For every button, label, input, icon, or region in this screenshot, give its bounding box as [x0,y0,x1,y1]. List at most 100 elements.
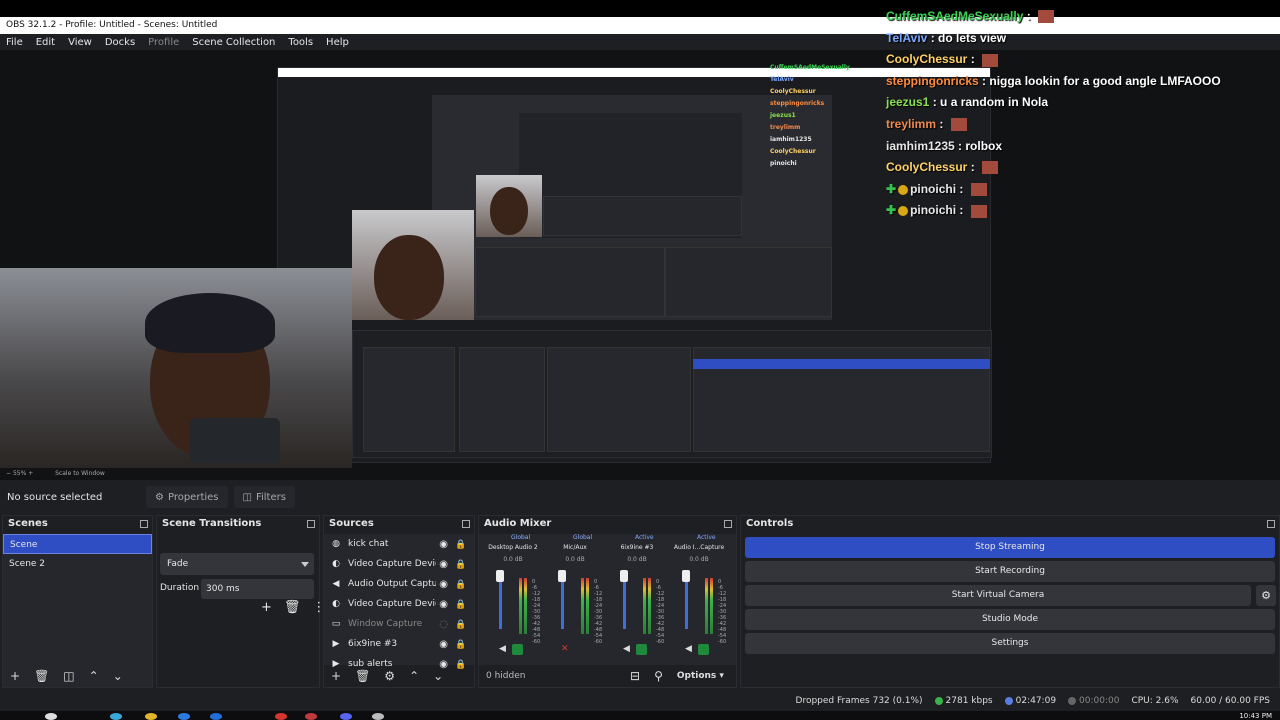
undock-icon[interactable] [307,520,315,528]
chat-username: CoolyChessur [886,160,968,175]
dock-title: Scene Transitions [162,518,262,529]
source-row[interactable]: ◍ kick chat ◉ 🔒 [324,534,474,554]
options-label: Options [676,671,717,681]
source-row[interactable]: ▶ 6ix9ine #3 ◉ 🔒 [324,634,474,654]
virtual-camera-settings-button[interactable]: ⚙ [1256,585,1276,606]
app-icon[interactable] [210,713,222,720]
muted-speaker-icon[interactable]: ✕ [561,644,569,655]
taskbar [0,711,1280,720]
fader-handle[interactable] [496,570,504,582]
speaker-icon[interactable]: ◀ [499,644,506,655]
link-icon[interactable]: ⚲ [654,669,663,683]
app-icon[interactable] [275,713,287,720]
nested-stop-button [693,359,990,369]
source-row[interactable]: ◀ Audio Output Capture◉ 🔒 [324,574,474,594]
headphones-icon[interactable] [575,644,586,655]
eye-icon[interactable]: ◉ [439,639,448,650]
scene-item[interactable]: Scene 2 [3,554,152,574]
channel-name[interactable]: 6ix9ine #3 [609,544,665,551]
add-icon[interactable]: + [331,669,341,683]
scale-mode[interactable]: Scale to Window [55,470,105,477]
add-icon[interactable]: + [261,600,272,615]
transitions-body: Fade Duration 300 ms + 🗑 ⋮ [157,534,325,687]
speaker-icon[interactable]: ◀ [623,644,630,655]
source-label: Video Capture Device [348,599,436,609]
fader-handle[interactable] [620,570,628,582]
menu-tools[interactable]: Tools [288,37,313,48]
channel-name[interactable]: Desktop Audio 2 [485,544,541,551]
undock-icon[interactable] [724,520,732,528]
webcam-feed-nested [476,175,542,237]
menu-view[interactable]: View [68,37,92,48]
chat-username: CoolyChessur [886,52,968,67]
level-meter [643,578,646,634]
zoom-plus[interactable]: + [28,470,35,477]
duration-input[interactable]: 300 ms [201,579,314,599]
chevron-up-icon[interactable]: ⌃ [89,669,99,683]
menu-help[interactable]: Help [326,37,349,48]
headphones-icon[interactable] [511,644,523,655]
transition-select[interactable]: Fade [160,553,314,575]
stop-streaming-button[interactable]: Stop Streaming [745,537,1275,558]
app-icon[interactable] [340,713,352,720]
nested-chat-line: CuffemSAedMeSexually [770,64,850,71]
gear-icon[interactable]: ⚙ [384,669,395,683]
app-icon[interactable] [178,713,190,720]
studio-mode-button[interactable]: Studio Mode [745,609,1275,630]
app-icon[interactable] [110,713,122,720]
undock-icon[interactable] [462,520,470,528]
app-icon[interactable] [145,713,157,720]
headphones-icon[interactable] [635,644,647,655]
person-head [374,235,444,320]
trash-icon[interactable]: 🗑 [355,669,370,683]
lock-icon[interactable]: 🔒 [455,600,466,610]
menu-edit[interactable]: Edit [36,37,55,48]
properties-button[interactable]: ⚙ Properties [146,486,228,508]
fader-handle[interactable] [682,570,690,582]
trash-icon[interactable]: 🗑 [284,600,301,615]
undock-icon[interactable] [140,520,148,528]
chevron-down-icon[interactable]: ⌄ [113,669,123,683]
eye-icon[interactable]: ◉ [439,559,448,570]
source-row[interactable]: ◐ Video Capture Device ◉ 🔒 [324,594,474,614]
eye-icon[interactable]: ◉ [439,599,448,610]
eye-hidden-icon[interactable]: ◌ [439,619,448,630]
lock-icon[interactable]: 🔒 [455,640,466,650]
start-recording-button[interactable]: Start Recording [745,561,1275,582]
filter-icon[interactable]: ◫ [63,669,74,683]
menu-profile[interactable]: Profile [148,37,179,48]
scene-item[interactable]: Scene [3,534,152,554]
lock-icon[interactable]: 🔒 [455,560,466,570]
mixer-options-button[interactable]: Options ▾ [677,671,724,681]
filters-button[interactable]: ◫ Filters [233,486,295,508]
channel-name[interactable]: Mic/Aux [547,544,603,551]
app-icon[interactable] [372,713,384,720]
fader-handle[interactable] [558,570,566,582]
channel-name[interactable]: Audio I...Capture [671,544,727,551]
undock-icon[interactable] [1267,520,1275,528]
zoom-minus[interactable]: − [6,470,13,477]
speaker-icon[interactable]: ◀ [685,644,692,655]
lock-icon[interactable]: 🔒 [455,580,466,590]
menu-scene-collection[interactable]: Scene Collection [192,37,275,48]
add-icon[interactable]: + [10,669,20,683]
menu-file[interactable]: File [6,37,23,48]
chevron-up-icon[interactable]: ⌃ [409,669,419,683]
eye-icon[interactable]: ◉ [439,579,448,590]
dock-header: Scenes [3,516,152,532]
lock-icon[interactable]: 🔒 [455,620,466,630]
settings-button[interactable]: Settings [745,633,1275,654]
lock-icon[interactable]: 🔒 [455,540,466,550]
headphones-icon[interactable] [697,644,709,655]
layout-icon[interactable]: ⊟ [630,669,640,683]
eye-icon[interactable]: ◉ [439,539,448,550]
menu-docks[interactable]: Docks [105,37,135,48]
source-row[interactable]: ◐ Video Capture Device ◉ 🔒 [324,554,474,574]
trash-icon[interactable]: 🗑 [34,669,49,683]
phone [190,418,280,463]
chevron-down-icon[interactable]: ⌄ [433,669,443,683]
search-icon[interactable] [45,713,57,720]
source-row[interactable]: ▭ Window Capture ◌ 🔒 [324,614,474,634]
start-virtual-camera-button[interactable]: Start Virtual Camera [745,585,1251,606]
app-icon[interactable] [305,713,317,720]
